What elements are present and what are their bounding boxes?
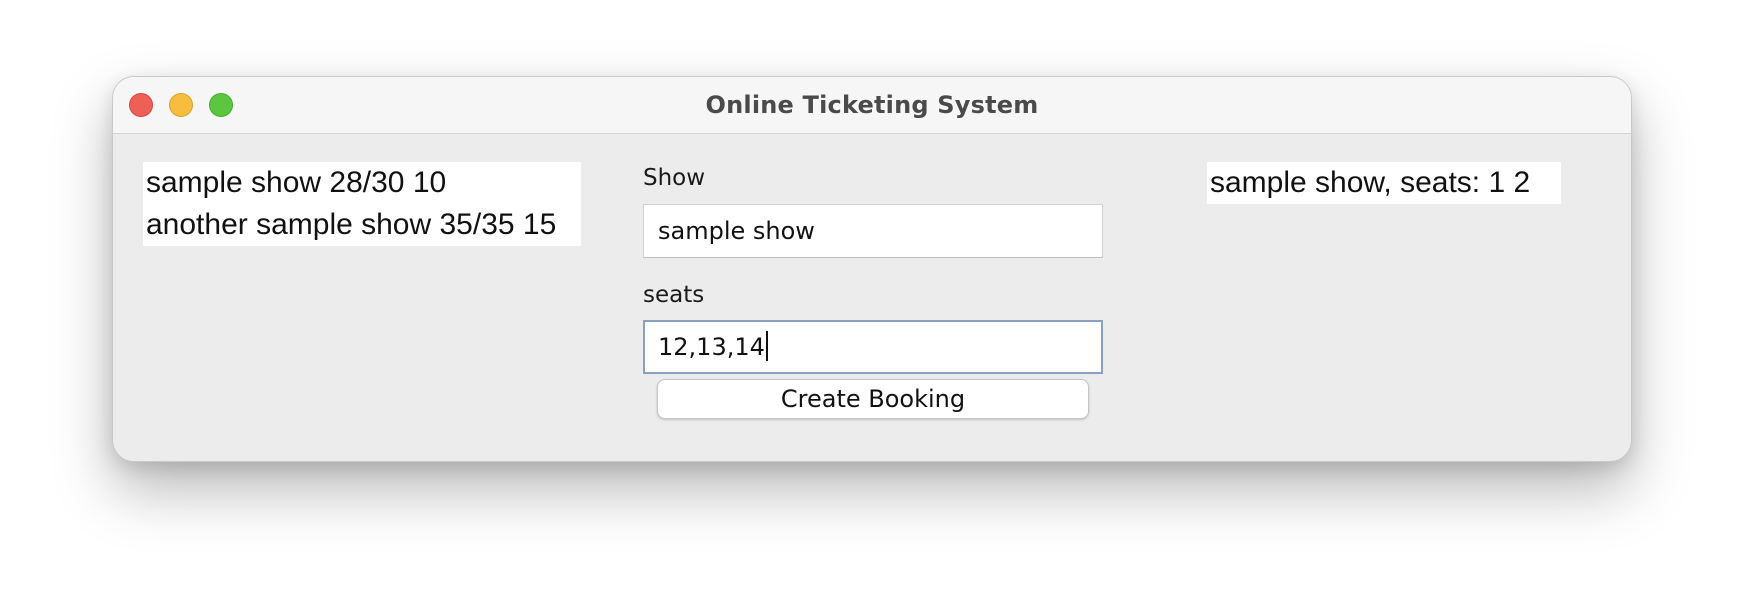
show-input-value: sample show [658,217,815,245]
show-label: Show [643,165,706,191]
show-list-item: sample show 28/30 10 [146,166,447,199]
seats-label: seats [643,282,705,308]
booking-output: sample show, seats: 1 2 [1207,162,1561,204]
show-input[interactable]: sample show [643,204,1103,258]
title-bar[interactable]: Online Ticketing System [113,77,1631,134]
app-window: Online Ticketing System sample show 28/3… [112,76,1632,462]
seats-input[interactable]: 12,13,14 [643,320,1103,374]
seats-input-value: 12,13,14 [658,333,765,361]
text-cursor [765,331,768,361]
main-content: sample show 28/30 10 another sample show… [113,134,1631,461]
create-booking-button[interactable]: Create Booking [657,379,1089,419]
show-list-item: another sample show 35/35 15 [146,208,557,241]
window-title: Online Ticketing System [705,91,1039,119]
show-list: sample show 28/30 10 another sample show… [143,162,581,246]
